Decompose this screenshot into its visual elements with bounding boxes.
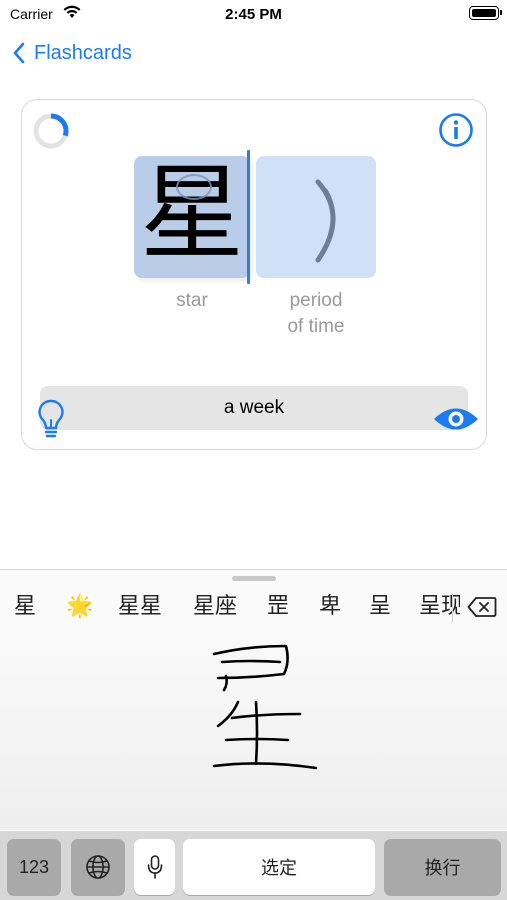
candidate-item[interactable]: 🌟 [66, 588, 93, 626]
flashcard: 星 star period of time a week [21, 99, 487, 450]
handwriting-canvas[interactable] [0, 632, 507, 830]
flashcard-character: 星 [139, 152, 244, 274]
candidate-item[interactable]: 星 [14, 588, 36, 626]
progress-ring [33, 113, 69, 149]
back-label: Flashcards [34, 41, 132, 64]
candidate-item[interactable]: 呈现 [419, 588, 460, 626]
keyboard-key-row: 123 选定 换行 [0, 831, 507, 900]
back-button[interactable]: Flashcards [12, 38, 132, 68]
return-key[interactable]: 换行 [384, 839, 501, 895]
keyboard-grabber[interactable] [232, 576, 276, 581]
globe-key[interactable] [71, 839, 125, 895]
component-highlight-oval [176, 174, 212, 200]
space-select-key[interactable]: 选定 [183, 839, 375, 895]
status-bar: Carrier 2:45 PM [0, 0, 507, 28]
globe-icon [86, 855, 110, 879]
candidate-item[interactable]: 呈 [369, 588, 391, 626]
component-gloss-period: period of time [287, 290, 345, 337]
numbers-key[interactable]: 123 [7, 839, 61, 895]
candidate-item[interactable]: 罡 [267, 588, 289, 626]
candidate-item[interactable]: 星星 [118, 588, 162, 626]
delete-backward-icon[interactable] [467, 596, 497, 618]
answer-field[interactable]: a week [40, 386, 468, 430]
clock: 2:45 PM [225, 6, 282, 23]
battery-icon [469, 6, 502, 20]
component-tile-period[interactable] [256, 156, 376, 278]
candidate-separator [452, 594, 453, 622]
microphone-icon [147, 855, 162, 879]
candidate-item[interactable]: 星座 [193, 588, 237, 626]
candidate-item[interactable]: 卑 [319, 588, 341, 626]
lightbulb-icon[interactable] [36, 398, 66, 442]
info-icon[interactable] [438, 112, 474, 148]
eye-icon[interactable] [432, 404, 480, 434]
component-gloss-star: star [176, 290, 208, 311]
dictation-key[interactable] [134, 839, 175, 895]
handwritten-strokes [212, 644, 318, 770]
chevron-left-icon [13, 42, 25, 64]
candidate-bar: 星 🌟 星星 星座 罡 卑 呈 呈现 [0, 588, 460, 626]
moon-radical-glyph [315, 179, 336, 263]
handwriting-keyboard: 星 🌟 星星 星座 罡 卑 呈 呈现 123 选定 换行 [0, 569, 507, 900]
